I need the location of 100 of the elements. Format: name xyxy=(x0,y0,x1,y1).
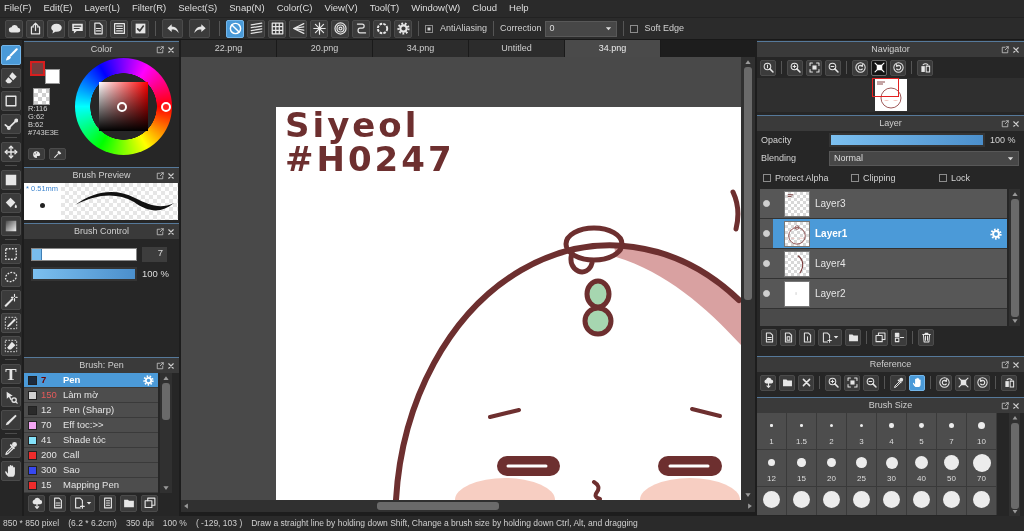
speech-bubble-button[interactable] xyxy=(47,19,65,38)
brush-size-preset[interactable]: 25 xyxy=(847,450,877,487)
brush-size-preset[interactable]: 20 xyxy=(817,450,847,487)
layer-item[interactable]: Layer4 xyxy=(773,249,1007,278)
scrollbar-thumb[interactable] xyxy=(1010,199,1019,317)
folder-button[interactable] xyxy=(120,494,137,512)
secondary-swatch-icon[interactable] xyxy=(45,69,60,84)
brush-size-preset[interactable] xyxy=(967,487,997,515)
frame-button[interactable] xyxy=(955,374,971,391)
page-box-button[interactable] xyxy=(780,328,796,346)
square-outline-button[interactable] xyxy=(1,91,21,111)
menu-item[interactable]: File(F) xyxy=(4,3,32,14)
brush-size-preset[interactable]: 70 xyxy=(967,450,997,487)
brush-item[interactable]: 7 Pen xyxy=(24,373,158,388)
rotate-right-button[interactable] xyxy=(890,59,906,76)
undock-icon[interactable] xyxy=(1001,119,1009,128)
rotate-left-button[interactable] xyxy=(936,374,952,391)
gear-icon[interactable] xyxy=(990,227,1002,240)
visibility-dot-icon[interactable] xyxy=(763,230,770,237)
document-tab[interactable]: 22.png xyxy=(181,40,277,57)
radial-lines-button[interactable] xyxy=(310,19,328,38)
menu-item[interactable]: Tool(T) xyxy=(369,3,400,14)
brush-size-preset[interactable]: 1.5 xyxy=(787,413,817,450)
checkbox[interactable] xyxy=(629,24,638,33)
dropper-button[interactable] xyxy=(49,148,66,160)
menu-item[interactable]: Help xyxy=(509,3,529,14)
cloud-button[interactable] xyxy=(5,19,23,38)
overlapping-squares-button[interactable] xyxy=(141,494,158,512)
scrollbar-thumb[interactable] xyxy=(1010,422,1019,509)
redo-arrow-button[interactable] xyxy=(189,19,210,38)
message-button[interactable] xyxy=(68,19,86,38)
brush-size-preset[interactable] xyxy=(847,487,877,515)
menu-item[interactable]: Color(C) xyxy=(276,3,313,14)
close-icon[interactable] xyxy=(167,227,175,236)
close-icon[interactable] xyxy=(1012,360,1020,369)
document-tab[interactable]: Untitled xyxy=(469,40,565,57)
brush-item[interactable]: 300 Sao xyxy=(24,463,158,478)
menu-item[interactable]: Snap(N) xyxy=(229,3,265,14)
brush-item[interactable]: 41 Shade tóc xyxy=(24,433,158,448)
eyedropper-button[interactable] xyxy=(890,374,906,391)
checklist-button[interactable] xyxy=(131,19,149,38)
brush-size-preset[interactable] xyxy=(877,487,907,515)
menu-item[interactable]: Layer(L) xyxy=(84,3,120,14)
folder-button[interactable] xyxy=(845,328,861,346)
close-icon[interactable] xyxy=(167,171,175,180)
brush-size-preset[interactable]: 15 xyxy=(787,450,817,487)
brush-item[interactable]: 15 Mapping Pen xyxy=(24,478,158,493)
brush-size-preset[interactable] xyxy=(787,487,817,515)
size-slider[interactable] xyxy=(31,248,137,261)
primary-swatch-icon[interactable] xyxy=(30,61,45,76)
menu-item[interactable]: Filter(R) xyxy=(131,3,167,14)
brush-size-preset[interactable]: 30 xyxy=(877,450,907,487)
checkbox[interactable] xyxy=(763,174,771,182)
scrollbar[interactable] xyxy=(1009,189,1020,326)
filled-square-button[interactable] xyxy=(1,170,21,190)
scrollbar[interactable] xyxy=(181,500,755,512)
close-icon[interactable] xyxy=(1012,45,1020,54)
grid-button[interactable] xyxy=(268,19,286,38)
gradient-square-button[interactable] xyxy=(1,216,21,236)
page-button[interactable] xyxy=(49,494,66,512)
move-arrows-button[interactable] xyxy=(1,142,21,162)
trash-can-button[interactable] xyxy=(918,328,934,346)
cloud-arrow-button[interactable] xyxy=(28,494,45,512)
close-icon[interactable] xyxy=(167,45,175,54)
selection-eraser-button[interactable] xyxy=(1,336,21,356)
rotate-right-button[interactable] xyxy=(974,374,990,391)
zoom-out-button[interactable] xyxy=(825,59,841,76)
brush-size-preset[interactable]: 12 xyxy=(757,450,787,487)
scrollbar[interactable] xyxy=(1009,413,1020,516)
parallel-lines-button[interactable] xyxy=(247,19,265,38)
undock-icon[interactable] xyxy=(1001,45,1009,54)
dashed-circle-button[interactable] xyxy=(373,19,391,38)
document-tab[interactable]: 34.png xyxy=(565,40,661,57)
brush-size-preset[interactable]: 2 xyxy=(817,413,847,450)
document-tab[interactable]: 20.png xyxy=(277,40,373,57)
scrollbar[interactable] xyxy=(160,373,172,493)
eraser-button[interactable] xyxy=(1,68,21,88)
canvas-area[interactable]: Siyeol #H0247 xyxy=(181,57,741,500)
page-plus-button[interactable] xyxy=(70,494,95,512)
close-button[interactable] xyxy=(798,374,814,391)
paint-bucket-button[interactable] xyxy=(1,193,21,213)
brush-size-preset[interactable]: 4 xyxy=(877,413,907,450)
view-frame[interactable] xyxy=(871,78,899,97)
brush-item[interactable]: 200 Call xyxy=(24,448,158,463)
close-icon[interactable] xyxy=(1012,401,1020,410)
brush-size-preset[interactable] xyxy=(757,487,787,515)
scrollbar-thumb[interactable] xyxy=(162,383,170,420)
correction-dropdown[interactable]: 0 xyxy=(544,20,617,37)
pointer-magnifier-button[interactable] xyxy=(1,387,21,407)
undock-icon[interactable] xyxy=(156,45,164,54)
zoom-in-button[interactable] xyxy=(825,374,841,391)
checkbox[interactable] xyxy=(425,24,433,33)
page-plus-button[interactable] xyxy=(818,328,842,346)
dashed-rectangle-button[interactable] xyxy=(1,244,21,264)
close-icon[interactable] xyxy=(167,361,175,370)
visibility-dot-icon[interactable] xyxy=(763,200,770,207)
scrollbar-thumb[interactable] xyxy=(377,502,499,510)
overlapping-squares-button[interactable] xyxy=(872,328,888,346)
undock-icon[interactable] xyxy=(1001,401,1009,410)
blending-dropdown[interactable]: Normal xyxy=(829,150,1019,166)
